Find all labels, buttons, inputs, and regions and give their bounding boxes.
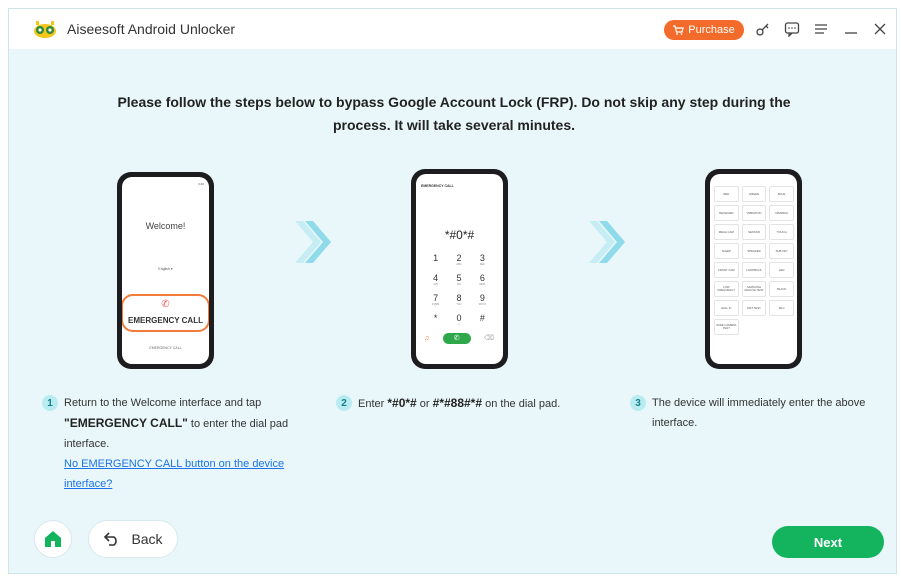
chevron-right-icon: [589, 221, 625, 263]
feedback-icon[interactable]: [782, 19, 802, 39]
phone-icon: ✆: [161, 299, 170, 310]
status-bar: 3:40: [198, 182, 204, 186]
emergency-call-highlight: ✆ EMERGENCY CALL: [122, 294, 209, 332]
keypad-key: 6 MNO: [479, 273, 486, 287]
phone-screen: EMERGENCY CALL *#0*# 1 2 ABC 3 DEF 4 GHI 5 JKL 6 M…: [416, 174, 503, 364]
no-emergency-call-link[interactable]: No EMERGENCY CALL button on the device i…: [64, 458, 284, 490]
test-cell: MST TEST: [741, 300, 767, 316]
phone-screen: RED GREEN BLUE RECEIVER VIBRATION DIMMING MEGA…: [710, 174, 797, 364]
dialed-code: *#0*#: [444, 228, 475, 242]
phone-test-screen: RED GREEN BLUE RECEIVER VIBRATION DIMMING MEGA…: [705, 169, 802, 369]
keypad-key: 3 DEF: [479, 253, 485, 267]
step-2-text: Enter *#0*# or #*#88#*# on the dial pad.: [358, 393, 583, 414]
test-cell: FRONT CAM: [714, 262, 739, 278]
app-window: Aiseesoft Android Unlocker Purchase Plea…: [8, 8, 897, 574]
next-button[interactable]: Next: [772, 526, 884, 558]
welcome-text: Welcome!: [145, 221, 186, 231]
keypad: 1 2 ABC 3 DEF 4 GHI 5 JKL 6 MNO 7 PQRS 8 TUV 9 WXYZ * 0 + #: [424, 254, 494, 330]
home-button[interactable]: [34, 520, 72, 558]
backspace-icon: ⌫: [484, 335, 494, 342]
instructions-heading: Please follow the steps below to bypass …: [117, 94, 791, 133]
step-number-2: 2: [336, 395, 352, 411]
test-cell: RED: [714, 186, 739, 202]
step-1-pre: Return to the Welcome interface and tap: [64, 397, 262, 409]
minimize-icon[interactable]: [841, 19, 861, 39]
keypad-key: #: [479, 313, 485, 323]
keypad-key: 0 +: [456, 313, 462, 327]
test-cell: HALL IC: [714, 300, 739, 316]
home-icon: [45, 531, 61, 547]
test-cell: TOUCH: [769, 224, 794, 240]
test-cell: SPEAKER: [741, 243, 767, 259]
test-cell: DIMMING: [769, 205, 794, 221]
test-cell: VIBRATION: [741, 205, 767, 221]
phone-screen: 3:40 Welcome! English ▾ ✆ EMERGENCY CALL…: [122, 177, 209, 364]
test-cell: GREEN: [741, 186, 767, 202]
step-2-code2: #*#88#*#: [432, 396, 483, 410]
dialpad-title: EMERGENCY CALL: [421, 184, 454, 188]
back-arrow-icon: [104, 532, 118, 546]
chevron-right-icon: [295, 221, 331, 263]
test-cell: LED: [769, 262, 794, 278]
step-2-pre: Enter: [358, 398, 385, 410]
step-2-code1: *#0*#: [387, 396, 417, 410]
step-1-bold: "EMERGENCY CALL": [64, 416, 188, 430]
title-bar: Aiseesoft Android Unlocker Purchase: [9, 9, 896, 49]
hardware-test-grid: RED GREEN BLUE RECEIVER VIBRATION DIMMING MEGA…: [714, 186, 794, 335]
emergency-call-small: EMERGENCY CALL: [149, 346, 182, 350]
step-3-text: The device will immediately enter the ab…: [652, 397, 866, 429]
test-cell: LOOPBACK: [741, 262, 767, 278]
key-icon[interactable]: [753, 19, 773, 39]
test-cell: RECEIVER: [714, 205, 739, 221]
test-cell: MLC: [769, 300, 794, 316]
purchase-button[interactable]: Purchase: [664, 20, 744, 40]
test-cell: SAMSUNG ANALOG TEST: [741, 281, 767, 297]
test-cell: SENSOR: [741, 224, 767, 240]
purchase-label: Purchase: [688, 24, 735, 36]
keypad-key: 5 JKL: [456, 273, 462, 287]
step-number-1: 1: [42, 395, 58, 411]
test-cell: BLACK: [769, 281, 794, 297]
app-logo-icon: [34, 21, 56, 38]
test-cell: SUB KEY: [769, 243, 794, 259]
phone-welcome-screen: 3:40 Welcome! English ▾ ✆ EMERGENCY CALL…: [117, 172, 214, 369]
step-1-text: Return to the Welcome interface and tap …: [64, 393, 304, 494]
cart-icon: [673, 25, 685, 35]
voicemail-icon: ♫: [424, 334, 430, 342]
keypad-key: 8 TUV: [456, 293, 462, 307]
step-number-3: 3: [630, 395, 646, 411]
app-title: Aiseesoft Android Unlocker: [67, 21, 236, 37]
close-icon[interactable]: [870, 19, 890, 39]
emergency-call-label: EMERGENCY CALL: [128, 316, 203, 325]
phone-dialpad-screen: EMERGENCY CALL *#0*# 1 2 ABC 3 DEF 4 GHI 5 JKL 6 M…: [411, 169, 508, 369]
back-button[interactable]: Back: [88, 520, 178, 558]
keypad-key: 2 ABC: [456, 253, 462, 267]
call-row: ♫ ✆ ⌫: [424, 332, 494, 344]
step-2-mid: or: [419, 398, 430, 410]
keypad-key: 7 PQRS: [432, 293, 440, 307]
language-selector: English ▾: [158, 267, 173, 271]
test-cell: BLUE: [769, 186, 794, 202]
test-cell: MEGA CAM: [714, 224, 739, 240]
keypad-key: 9 WXYZ: [478, 293, 486, 307]
test-cell: WIDE CAMERA TEST: [714, 319, 739, 335]
keypad-key: 4 GHI: [433, 273, 439, 287]
back-label: Back: [131, 531, 163, 547]
call-button-icon: ✆: [442, 332, 471, 344]
keypad-key: 1: [433, 253, 439, 263]
step-2-post: on the dial pad.: [485, 398, 561, 410]
keypad-key: *: [433, 313, 438, 323]
test-cell: SLEEP: [714, 243, 739, 259]
test-cell: LOW FREQUENCY: [714, 281, 739, 297]
menu-icon[interactable]: [811, 19, 831, 39]
